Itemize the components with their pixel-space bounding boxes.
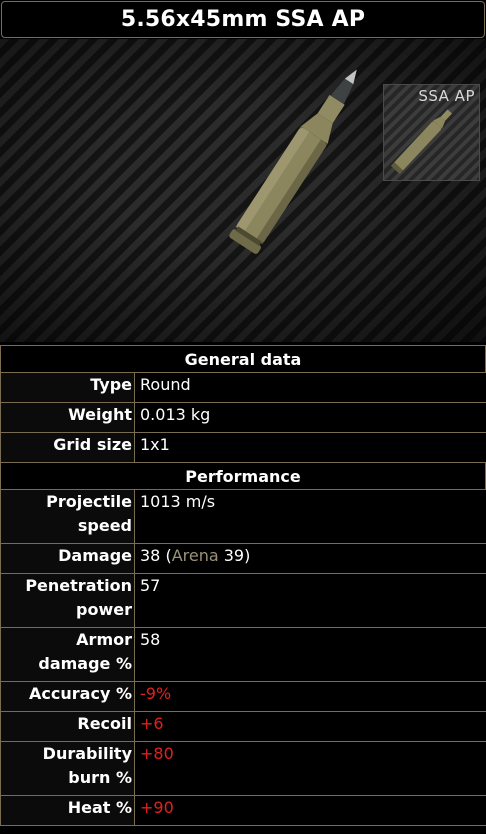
recoil-label: Recoil <box>0 711 135 742</box>
item-data-table: General data Type Round Weight 0.013 kg … <box>0 345 486 826</box>
item-image: SSA AP <box>0 39 486 342</box>
projectile-speed-label-line1: Projectile <box>46 492 132 511</box>
penetration-value: 57 <box>134 573 486 628</box>
damage-label: Damage <box>0 543 135 574</box>
damage-value: 38 (Arena 39) <box>134 543 486 574</box>
recoil-value: +6 <box>134 711 486 742</box>
item-title: 5.56x45mm SSA AP <box>1 1 485 38</box>
projectile-speed-label-line2: speed <box>77 516 132 535</box>
durability-burn-label: Durability burn % <box>0 741 135 796</box>
section-header-general: General data <box>0 345 486 373</box>
armor-damage-label-line2: damage % <box>38 654 132 673</box>
armor-damage-value: 58 <box>134 627 486 682</box>
projectile-speed-value: 1013 m/s <box>134 489 486 544</box>
penetration-label-line2: power <box>76 600 132 619</box>
item-infobox: 5.56x45mm SSA AP SSA AP General data Typ… <box>0 0 486 834</box>
armor-damage-label: Armor damage % <box>0 627 135 682</box>
accuracy-value: -9% <box>134 681 486 712</box>
durability-label-line1: Durability <box>42 744 132 763</box>
armor-damage-label-line1: Armor <box>76 630 132 649</box>
penetration-label-line1: Penetration <box>25 576 132 595</box>
type-label: Type <box>0 372 135 403</box>
grid-size-label: Grid size <box>0 432 135 463</box>
item-thumbnail: SSA AP <box>383 84 480 181</box>
damage-base-value: 38 ( <box>140 546 172 565</box>
projectile-speed-label: Projectile speed <box>0 489 135 544</box>
grid-size-value: 1x1 <box>134 432 486 463</box>
heat-label: Heat % <box>0 795 135 826</box>
heat-value: +90 <box>134 795 486 826</box>
weight-label: Weight <box>0 402 135 433</box>
weight-value: 0.013 kg <box>134 402 486 433</box>
type-value: Round <box>134 372 486 403</box>
thumbnail-label: SSA AP <box>418 87 475 105</box>
durability-burn-value: +80 <box>134 741 486 796</box>
penetration-label: Penetration power <box>0 573 135 628</box>
durability-label-line2: burn % <box>68 768 132 787</box>
section-header-performance: Performance <box>0 462 486 490</box>
damage-arena-value: 39) <box>218 546 251 565</box>
damage-arena-label: Arena <box>171 546 219 565</box>
accuracy-label: Accuracy % <box>0 681 135 712</box>
